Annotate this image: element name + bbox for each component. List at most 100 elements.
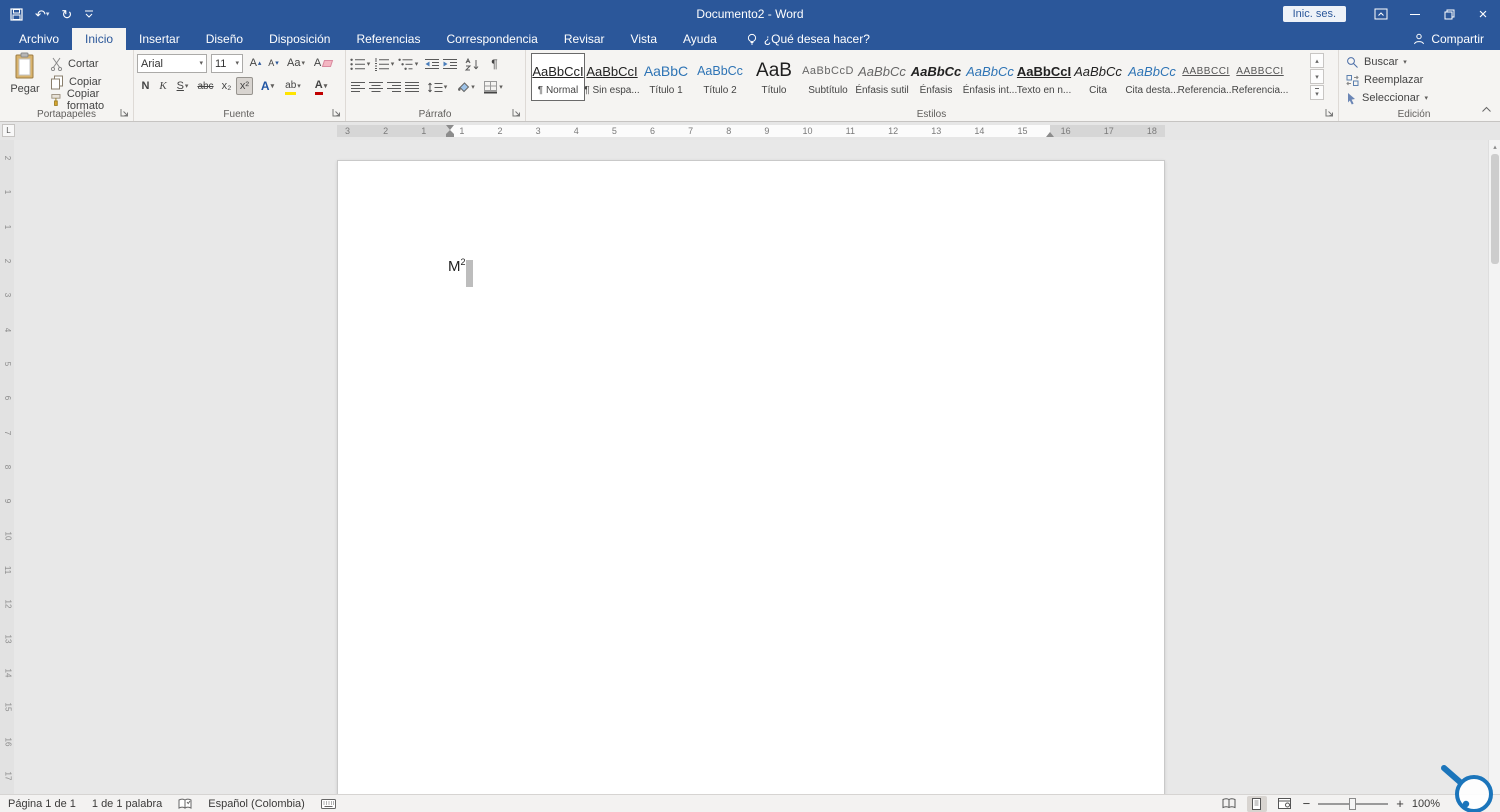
numbering-button[interactable]: ▾ bbox=[373, 55, 395, 73]
ribbon-tab[interactable]: Archivo bbox=[6, 28, 72, 50]
ribbon-display-options-button[interactable] bbox=[1364, 0, 1398, 28]
ribbon-tab[interactable]: Vista bbox=[618, 28, 670, 50]
cut-button[interactable]: Cortar bbox=[50, 56, 99, 72]
minimize-button[interactable] bbox=[1398, 0, 1432, 28]
right-indent-marker[interactable] bbox=[1046, 132, 1054, 137]
ribbon-tab[interactable]: Correspondencia bbox=[433, 28, 550, 50]
document-page[interactable]: M2 bbox=[337, 160, 1165, 794]
horizontal-ruler[interactable]: 321123456789101112131415161718 bbox=[337, 125, 1165, 137]
bold-button[interactable]: N bbox=[137, 77, 154, 95]
style-item[interactable]: AABBCCI Referencia... bbox=[1233, 53, 1287, 101]
multilevel-list-button[interactable]: ▾ bbox=[397, 55, 419, 73]
ribbon-tab[interactable]: Ayuda bbox=[670, 28, 730, 50]
style-item[interactable]: AaBbCcD Subtítulo bbox=[801, 53, 855, 101]
scroll-up-button[interactable]: ▴ bbox=[1489, 140, 1500, 153]
style-item[interactable]: AaBbCcI ¶ Sin espa... bbox=[585, 53, 639, 101]
bullet-list-icon bbox=[350, 58, 366, 71]
ribbon-tab[interactable]: Referencias bbox=[343, 28, 433, 50]
style-item[interactable]: AaBbCcI ¶ Normal bbox=[531, 53, 585, 101]
find-button[interactable]: Buscar ▾ bbox=[1346, 54, 1407, 70]
font-dialog-launcher[interactable] bbox=[331, 107, 342, 118]
replace-button[interactable]: Reemplazar bbox=[1346, 72, 1423, 88]
styles-scroll-up-button[interactable]: ▴ bbox=[1310, 53, 1324, 68]
show-paragraph-marks-button[interactable]: ¶ bbox=[486, 55, 503, 73]
tab-stop-selector[interactable]: L bbox=[2, 124, 15, 137]
styles-more-button[interactable]: ▾ bbox=[1310, 85, 1324, 100]
style-item[interactable]: AaBbCc Cita desta... bbox=[1125, 53, 1179, 101]
format-painter-button[interactable]: Copiar formato bbox=[50, 92, 133, 108]
scrollbar-thumb[interactable] bbox=[1491, 154, 1499, 264]
font-size-select[interactable]: 11 ▾ bbox=[211, 54, 243, 73]
left-indent-marker[interactable] bbox=[446, 134, 454, 137]
restore-button[interactable] bbox=[1432, 0, 1466, 28]
grow-font-button[interactable]: A▴ bbox=[247, 54, 264, 72]
style-item[interactable]: AaBbCc Cita bbox=[1071, 53, 1125, 101]
italic-button[interactable]: K bbox=[155, 77, 171, 95]
paragraph-dialog-launcher[interactable] bbox=[511, 107, 522, 118]
word-count-status[interactable]: 1 de 1 palabra bbox=[92, 798, 162, 810]
font-family-select[interactable]: Arial ▾ bbox=[137, 54, 207, 73]
align-right-button[interactable] bbox=[385, 78, 402, 96]
style-item[interactable]: AaBbCc Énfasis int... bbox=[963, 53, 1017, 101]
style-item[interactable]: AaB Título bbox=[747, 53, 801, 101]
underline-button[interactable]: S▾ bbox=[172, 77, 193, 95]
indent-icon bbox=[442, 58, 458, 71]
zoom-slider-thumb[interactable] bbox=[1349, 798, 1356, 810]
language-status[interactable]: Español (Colombia) bbox=[208, 798, 305, 810]
chevron-down-icon: ▾ bbox=[185, 83, 189, 90]
change-case-button[interactable]: Aa▾ bbox=[284, 54, 308, 72]
justify-button[interactable] bbox=[403, 78, 420, 96]
style-item[interactable]: AABBCCI Referencia... bbox=[1179, 53, 1233, 101]
ribbon-tab[interactable]: Disposición bbox=[256, 28, 343, 50]
align-center-button[interactable] bbox=[367, 78, 384, 96]
select-button[interactable]: Seleccionar ▾ bbox=[1346, 90, 1428, 106]
zoom-slider[interactable] bbox=[1318, 803, 1388, 805]
font-color-button[interactable]: A▾ bbox=[309, 77, 333, 95]
style-item[interactable]: AaBbCc Énfasis sutil bbox=[855, 53, 909, 101]
share-button[interactable]: Compartir bbox=[1413, 28, 1500, 50]
sort-button[interactable] bbox=[462, 55, 482, 73]
text-effects-button[interactable]: A▾ bbox=[257, 77, 278, 95]
collapse-ribbon-button[interactable] bbox=[1481, 100, 1492, 118]
keyboard-icon[interactable] bbox=[321, 799, 336, 809]
page-count-status[interactable]: Página 1 de 1 bbox=[8, 798, 76, 810]
style-item[interactable]: AaBbCc Título 2 bbox=[693, 53, 747, 101]
ribbon-tab[interactable]: Diseño bbox=[193, 28, 256, 50]
styles-scroll-down-button[interactable]: ▾ bbox=[1310, 69, 1324, 84]
increase-indent-button[interactable] bbox=[441, 55, 458, 73]
proofing-icon[interactable] bbox=[178, 798, 192, 810]
ribbon-tab[interactable]: Revisar bbox=[551, 28, 618, 50]
subscript-button[interactable]: x₂ bbox=[218, 77, 235, 95]
tell-me-box[interactable]: ¿Qué desea hacer? bbox=[746, 28, 870, 50]
decrease-indent-button[interactable] bbox=[423, 55, 440, 73]
ribbon-tab[interactable]: Insertar bbox=[126, 28, 193, 50]
vertical-ruler[interactable]: 211234567891011121314151617 bbox=[0, 140, 14, 794]
zoom-out-button[interactable]: − bbox=[1303, 796, 1311, 811]
clipboard-dialog-launcher[interactable] bbox=[119, 107, 130, 118]
align-left-button[interactable] bbox=[349, 78, 366, 96]
strikethrough-button[interactable]: abc bbox=[194, 77, 217, 95]
shading-button[interactable]: ▾ bbox=[453, 78, 477, 96]
shrink-font-button[interactable]: A▾ bbox=[265, 54, 282, 72]
superscript-button[interactable]: x² bbox=[236, 77, 253, 95]
web-layout-button[interactable] bbox=[1275, 796, 1295, 812]
bullets-button[interactable]: ▾ bbox=[349, 55, 371, 73]
clear-formatting-button[interactable]: A bbox=[311, 54, 335, 72]
sign-in-button[interactable]: Inic. ses. bbox=[1283, 6, 1346, 22]
read-mode-button[interactable] bbox=[1219, 796, 1239, 812]
zoom-in-button[interactable]: + bbox=[1396, 796, 1404, 811]
styles-dialog-launcher[interactable] bbox=[1324, 107, 1335, 118]
borders-button[interactable]: ▾ bbox=[481, 78, 505, 96]
print-layout-button[interactable] bbox=[1247, 796, 1267, 812]
highlight-color-button[interactable]: ab▾ bbox=[280, 77, 306, 95]
line-spacing-button[interactable]: ▾ bbox=[425, 78, 449, 96]
vertical-scrollbar[interactable]: ▴ bbox=[1488, 140, 1500, 794]
style-item[interactable]: AaBbCc Énfasis bbox=[909, 53, 963, 101]
paste-button[interactable]: Pegar bbox=[4, 52, 46, 116]
close-button[interactable]: × bbox=[1466, 0, 1500, 28]
tab-stop-icon: L bbox=[6, 126, 10, 135]
style-item[interactable]: AaBbC Título 1 bbox=[639, 53, 693, 101]
style-item[interactable]: AaBbCcI Texto en n... bbox=[1017, 53, 1071, 101]
text-cursor bbox=[466, 260, 473, 287]
ribbon-tab[interactable]: Inicio bbox=[72, 28, 126, 50]
